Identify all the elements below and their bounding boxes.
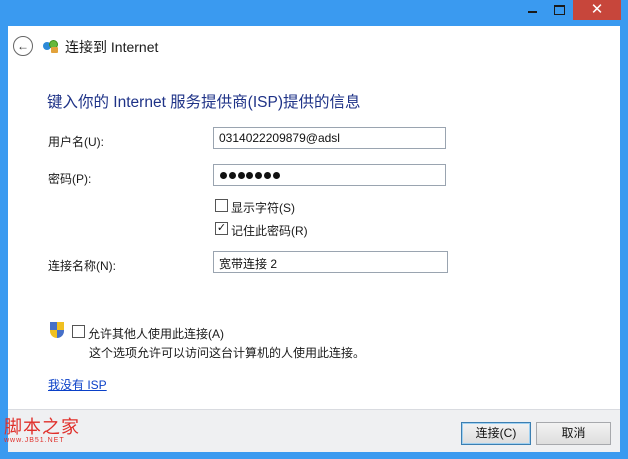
page-heading: 键入你的 Internet 服务提供商(ISP)提供的信息 [47,94,361,111]
remember-password-label[interactable]: 记住此密码(R) [231,222,308,239]
wizard-header: ← 连接到 Internet [8,26,620,66]
password-dot [263,171,271,179]
connection-name-field[interactable]: 宽带连接 2 [213,251,448,273]
dialog-window: ✕ ← 连接到 Internet 键入你的 Internet 服务提供商(ISP… [0,0,628,459]
password-field[interactable] [213,164,446,186]
password-dot [237,171,245,179]
allow-others-label[interactable]: 允许其他人使用此连接(A) [88,325,224,342]
connect-button[interactable]: 连接(C) [461,422,531,445]
connection-name-label: 连接名称(N): [48,259,116,273]
username-label: 用户名(U): [48,135,104,149]
password-label: 密码(P): [48,172,92,186]
show-characters-label[interactable]: 显示字符(S) [231,199,295,216]
title-bar[interactable]: ✕ [0,0,628,26]
show-characters-checkbox[interactable] [215,199,228,212]
allow-others-checkbox[interactable] [72,325,85,338]
watermark-logo: 脚本之家 www.JB51.NET [4,413,80,444]
close-button[interactable]: ✕ [573,0,621,20]
password-dot [228,171,236,179]
minimize-button[interactable] [519,0,546,20]
username-field[interactable]: 0314022209879@adsl [213,127,446,149]
password-dot [220,171,227,179]
cancel-button[interactable]: 取消 [536,422,611,445]
remember-password-checkbox[interactable]: ✓ [215,222,228,235]
maximize-button[interactable] [546,0,573,20]
uac-shield-icon [50,322,64,338]
password-dot [272,171,280,179]
allow-others-description: 这个选项允许可以访问这台计算机的人使用此连接。 [89,346,366,360]
wizard-title: 连接到 Internet [65,39,159,55]
password-dots [219,168,440,182]
no-isp-link[interactable]: 我没有 ISP [48,376,107,393]
footer-bar: 连接(C) 取消 [8,409,620,452]
watermark-text: 脚本之家 [4,417,80,438]
password-dot [255,171,263,179]
dialog-content: ← 连接到 Internet 键入你的 Internet 服务提供商(ISP)提… [8,26,620,452]
back-arrow-icon[interactable]: ← [13,36,33,56]
password-dot [246,171,254,179]
network-icon [43,38,59,54]
